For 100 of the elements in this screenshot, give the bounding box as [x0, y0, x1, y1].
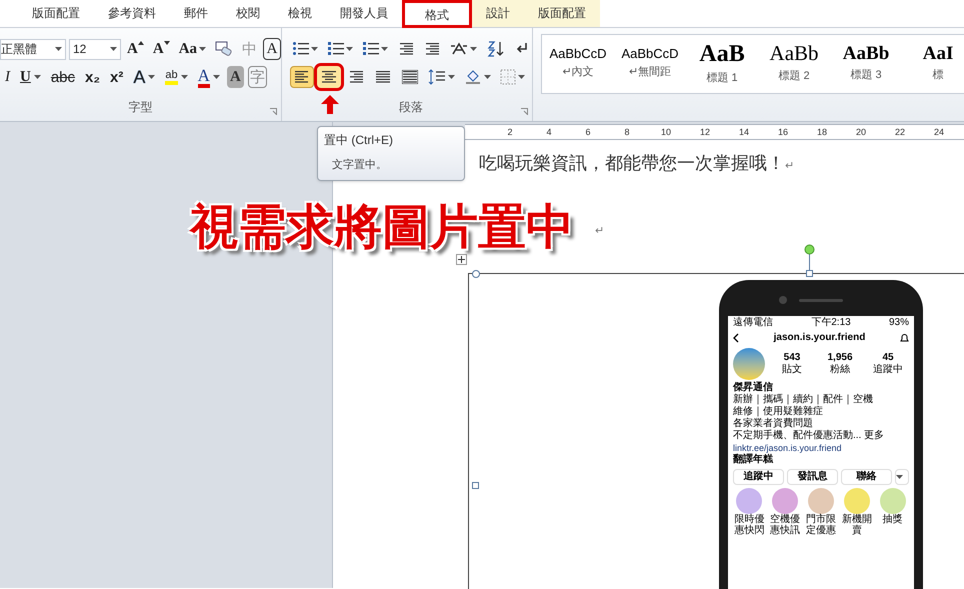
dropdown-caret-icon: [148, 75, 156, 79]
dropdown-caret-icon: [346, 47, 354, 51]
bio-line: 新辦｜攜碼｜續約｜配件｜空機: [733, 394, 873, 406]
align-right-icon: [348, 70, 364, 84]
ribbon-tab[interactable]: 版面配置: [524, 0, 600, 27]
dropdown-caret-icon: [212, 75, 220, 79]
move-handle-icon[interactable]: [456, 254, 467, 265]
highlight-label: 空機優惠快訊: [770, 514, 800, 536]
translate-text: 翻譯年糕: [733, 454, 773, 466]
align-left-button[interactable]: [290, 66, 314, 88]
dropdown-caret-icon: [518, 75, 526, 79]
dropdown-caret-icon: [448, 75, 456, 79]
underline-button[interactable]: U: [17, 66, 44, 88]
style-item[interactable]: AaBb 標題 3: [830, 35, 902, 93]
change-case-button[interactable]: Aa: [176, 38, 210, 60]
tooltip-title: 置中 (Ctrl+E): [324, 132, 393, 149]
dropdown-caret-icon: [34, 75, 41, 79]
highlight-label: 新機開賣: [842, 514, 872, 536]
time-text: 下午2:13: [811, 317, 851, 329]
stat-value: 543: [784, 352, 800, 364]
ribbon-tab[interactable]: 檢視: [274, 0, 326, 27]
dropdown-caret-icon: [470, 47, 478, 51]
style-item[interactable]: AaBbCcD ↵無間距: [614, 35, 686, 93]
character-shading-button[interactable]: A: [226, 66, 244, 88]
ribbon-tab[interactable]: 參考資料: [94, 0, 170, 27]
highlight-label: 限時優惠快閃: [734, 514, 764, 536]
highlight-label: 抽獎: [882, 514, 904, 525]
font-name-field[interactable]: 正黑體: [0, 38, 66, 60]
superscript-button[interactable]: x²: [107, 66, 126, 88]
ribbon-tab[interactable]: 設計: [472, 0, 524, 27]
body-text: 吃喝玩樂資訊，都能帶您一次掌握哦！↵: [479, 152, 795, 175]
stat-value: 1,956: [827, 352, 853, 364]
group-label: 段落: [399, 99, 424, 116]
tooltip-text: 文字置中。: [332, 158, 387, 173]
strikethrough-button[interactable]: abc: [48, 66, 78, 88]
speaker-slot: [799, 299, 843, 302]
ribbon-tab[interactable]: 版面配置: [18, 0, 94, 27]
style-item[interactable]: AaB 標題 1: [686, 35, 758, 93]
profile-button[interactable]: 發訊息: [787, 469, 838, 485]
subscript-button[interactable]: x₂: [82, 66, 104, 88]
borders-icon: [500, 69, 516, 85]
shrink-font-button[interactable]: A: [150, 38, 173, 60]
italic-button[interactable]: I: [2, 66, 13, 88]
highlight-button[interactable]: ab: [162, 66, 191, 88]
style-item[interactable]: AaBbCcD ↵內文: [542, 35, 614, 93]
up-triangle-icon: [138, 41, 144, 45]
more-button[interactable]: [895, 469, 909, 485]
ruler: 2 4 6 8 10 12 14 16 18 20 22 24: [465, 124, 964, 140]
back-icon[interactable]: [733, 333, 739, 343]
profile-button[interactable]: 追蹤中: [733, 469, 784, 485]
ribbon-tab[interactable]: 校閱: [222, 0, 274, 27]
profile-link[interactable]: linktr.ee/jason.is.your.friend: [733, 442, 842, 454]
resize-handle[interactable]: [472, 482, 479, 489]
decrease-indent-icon: [398, 42, 414, 56]
multilevel-list-icon: [363, 42, 380, 56]
bio-line: 不定期手機、配件優惠活動... 更多: [733, 430, 884, 442]
profile-avatar: [733, 348, 765, 380]
bell-icon[interactable]: [900, 333, 909, 343]
dropdown-caret-icon: [180, 75, 188, 79]
ribbon-tab[interactable]: 開發人員: [326, 0, 402, 27]
bio-line: 維修｜使用疑難雜症: [733, 406, 823, 418]
dropdown-caret-icon: [484, 75, 492, 79]
increase-indent-icon: [424, 42, 440, 56]
camera-lens: [779, 296, 787, 304]
bullet-list-icon: [293, 42, 310, 56]
ribbon-tab[interactable]: 郵件: [170, 0, 222, 27]
text-effect-button[interactable]: A: [130, 66, 158, 88]
numbered-list-icon: [328, 42, 344, 56]
style-item[interactable]: AaI 標: [902, 35, 964, 93]
line-spacing-icon: [428, 69, 446, 85]
dropdown-caret-icon: [55, 47, 62, 51]
align-center-button[interactable]: [317, 66, 342, 88]
highlight-label: 門市限定優惠: [806, 514, 836, 536]
down-triangle-icon: [164, 41, 170, 45]
rotate-handle[interactable]: [804, 244, 815, 271]
style-item[interactable]: AaBb 標題 2: [758, 35, 830, 93]
dropdown-caret-icon: [896, 475, 903, 479]
justify-icon: [375, 70, 392, 84]
stat-label: 貼文: [782, 364, 802, 376]
resize-handle[interactable]: [806, 270, 813, 277]
align-left-icon: [294, 70, 310, 84]
dropdown-caret-icon: [311, 47, 318, 51]
username-text: jason.is.your.friend: [774, 332, 866, 344]
grow-font-button[interactable]: A: [124, 38, 147, 60]
dropdown-caret-icon: [381, 47, 388, 51]
dropdown-caret-icon: [199, 47, 206, 51]
character-border-button[interactable]: A: [263, 38, 282, 60]
resize-handle[interactable]: [472, 270, 480, 278]
profile-button[interactable]: 聯絡: [841, 469, 892, 485]
group-label: 字型: [128, 99, 153, 116]
up-arrow-icon: [321, 95, 339, 114]
paragraph-mark: ↵: [595, 224, 604, 239]
dialog-launcher-icon[interactable]: [270, 108, 278, 115]
font-size-field[interactable]: 12: [69, 38, 121, 60]
distribute-icon: [402, 70, 418, 84]
paint-bucket-icon: [464, 69, 482, 85]
ribbon-tab[interactable]: 格式: [402, 0, 472, 28]
annotation-text: 視需求將圖片置中: [190, 204, 574, 252]
dialog-launcher-icon[interactable]: [521, 108, 528, 115]
font-color-button[interactable]: A: [194, 66, 223, 88]
